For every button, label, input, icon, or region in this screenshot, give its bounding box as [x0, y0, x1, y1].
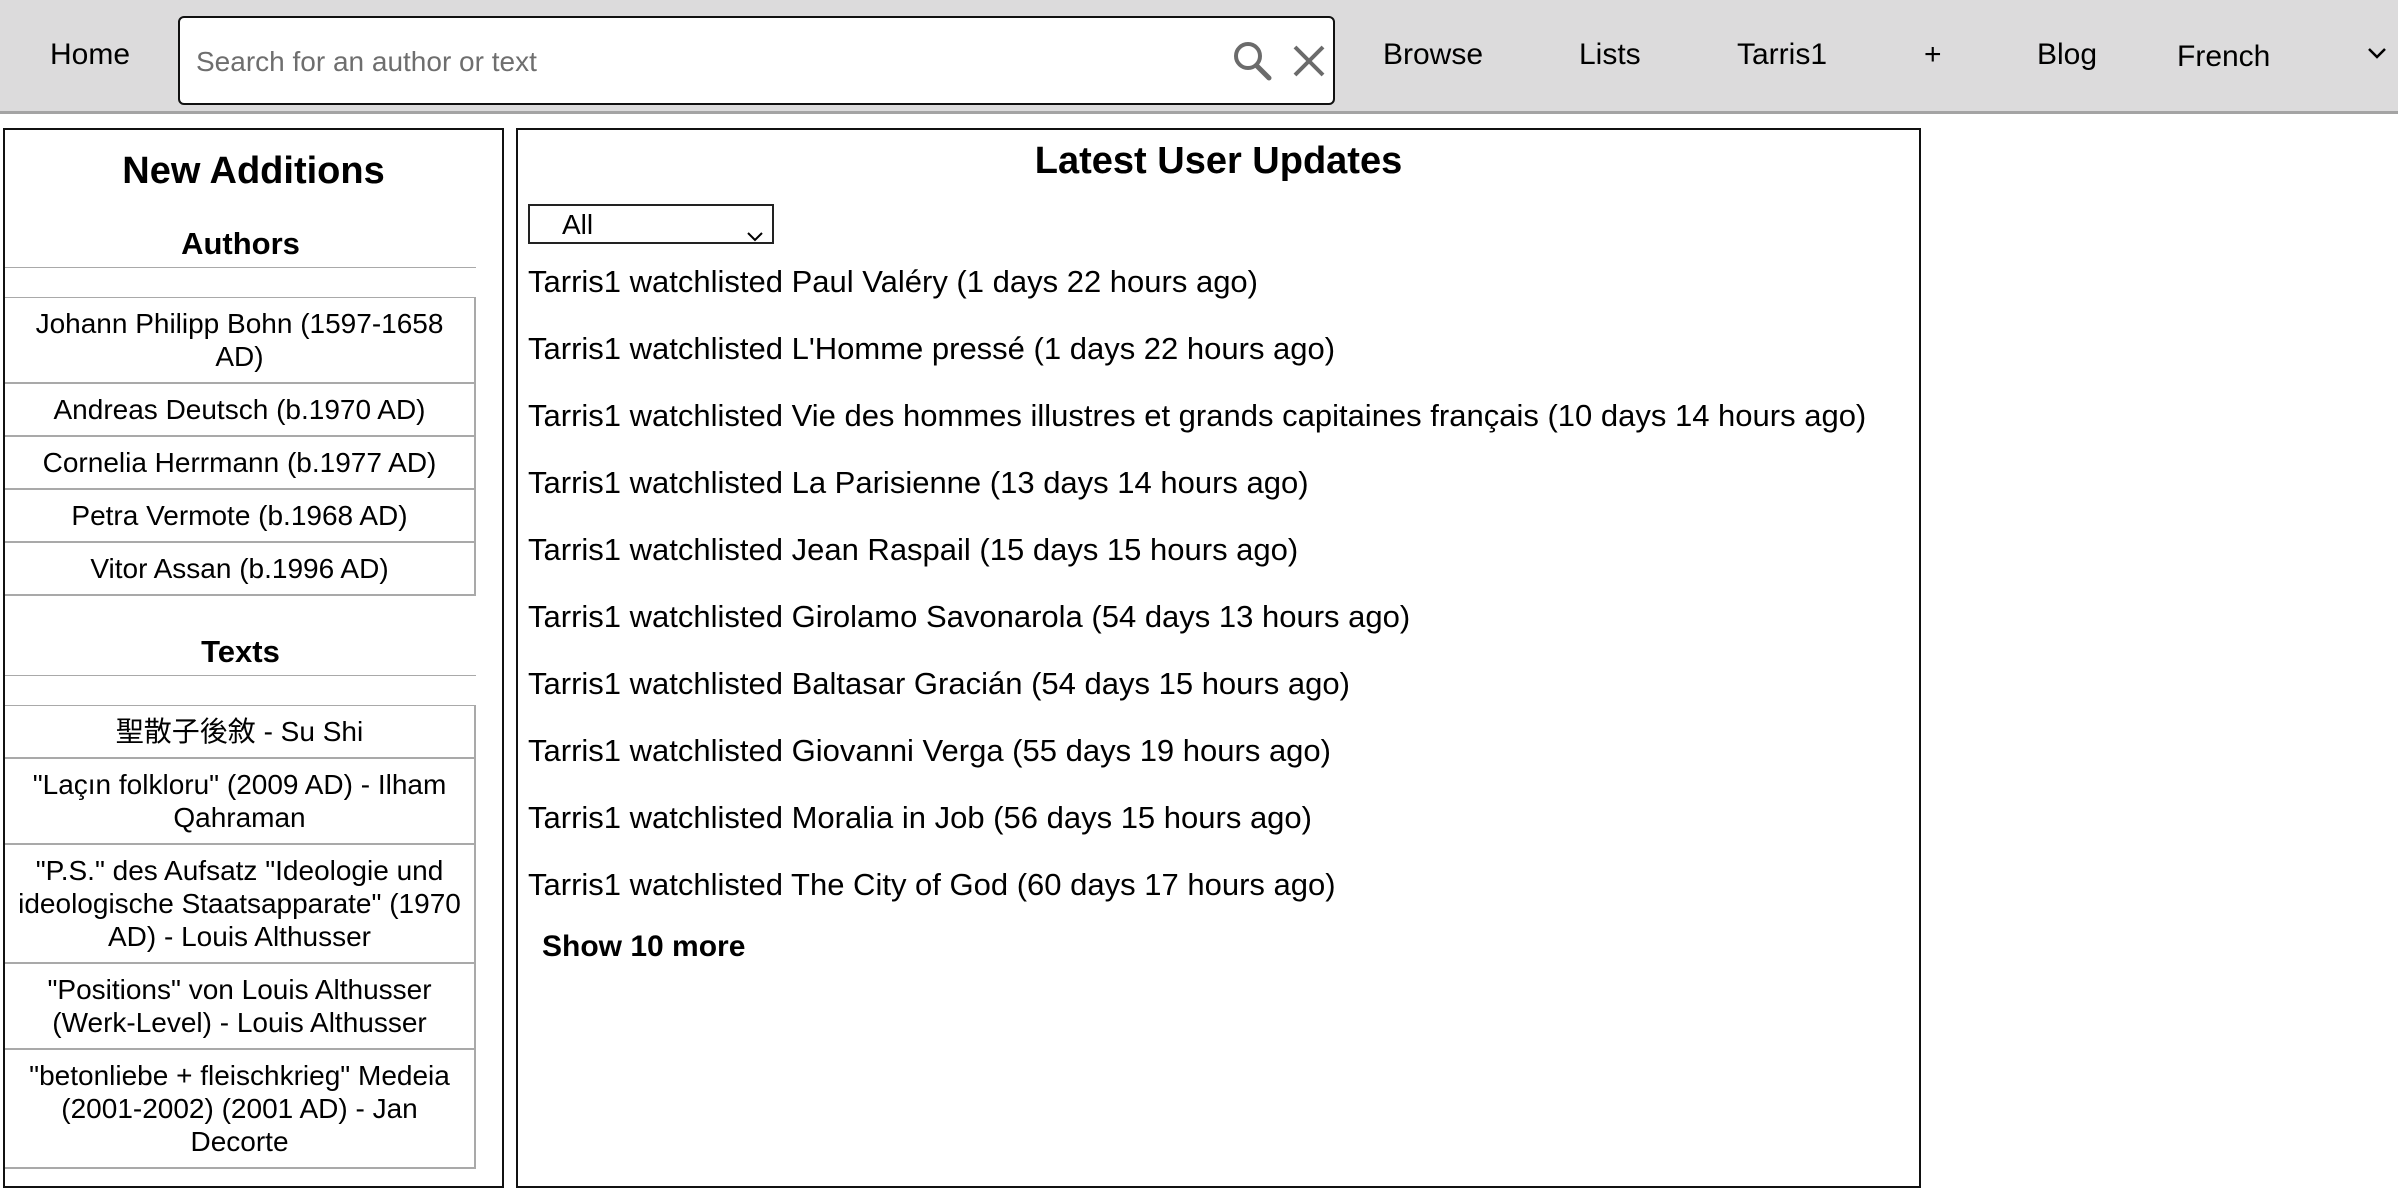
update-item[interactable]: Tarris1 watchlisted Giovanni Verga (55 d…: [528, 733, 1331, 769]
chevron-down-icon: [746, 218, 764, 250]
authors-heading: Authors: [5, 226, 476, 268]
author-item[interactable]: Petra Vermote (b.1968 AD): [5, 490, 476, 543]
text-item[interactable]: 聖散子後敘 - Su Shi: [5, 706, 476, 759]
update-item[interactable]: Tarris1 watchlisted Baltasar Gracián (54…: [528, 666, 1350, 702]
search-input[interactable]: [194, 18, 1198, 105]
update-item[interactable]: Tarris1 watchlisted The City of God (60 …: [528, 867, 1336, 903]
nav-add-button[interactable]: +: [1924, 0, 1942, 110]
text-item[interactable]: "Positions" von Louis Althusser (Werk-Le…: [5, 964, 476, 1050]
update-item[interactable]: Tarris1 watchlisted Jean Raspail (15 day…: [528, 532, 1298, 568]
top-nav: Home Browse Lists Tarris1 + Blog French: [0, 0, 2398, 114]
nav-browse-link[interactable]: Browse: [1383, 0, 1483, 110]
author-item[interactable]: Johann Philipp Bohn (1597-1658 AD): [5, 298, 476, 384]
user-updates-panel: Latest User Updates All Tarris1 watchlis…: [516, 128, 1921, 1188]
user-updates-title: Latest User Updates: [1034, 140, 1403, 182]
nav-blog-link[interactable]: Blog: [2037, 0, 2097, 110]
text-item[interactable]: "P.S." des Aufsatz "Ideologie und ideolo…: [5, 845, 476, 964]
close-icon[interactable]: [1291, 43, 1327, 84]
author-item[interactable]: Andreas Deutsch (b.1970 AD): [5, 384, 476, 437]
language-select[interactable]: French: [2160, 0, 2398, 110]
update-item[interactable]: Tarris1 watchlisted L'Homme pressé (1 da…: [528, 331, 1335, 367]
update-item[interactable]: Tarris1 watchlisted Moralia in Job (56 d…: [528, 800, 1312, 836]
updates-filter-select[interactable]: All: [528, 204, 774, 244]
authors-list: Johann Philipp Bohn (1597-1658 AD) Andre…: [5, 297, 476, 596]
update-item[interactable]: Tarris1 watchlisted Girolamo Savonarola …: [528, 599, 1410, 635]
update-item[interactable]: Tarris1 watchlisted Paul Valéry (1 days …: [528, 264, 1258, 300]
new-additions-title: New Additions: [122, 150, 385, 192]
nav-lists-link[interactable]: Lists: [1579, 0, 1641, 110]
text-item[interactable]: "Laçın folkloru" (2009 AD) - Ilham Qahra…: [5, 759, 476, 845]
search-box[interactable]: [178, 16, 1335, 105]
update-item[interactable]: Tarris1 watchlisted Vie des hommes illus…: [528, 398, 1866, 434]
texts-list: 聖散子後敘 - Su Shi "Laçın folkloru" (2009 AD…: [5, 705, 476, 1169]
author-item[interactable]: Vitor Assan (b.1996 AD): [5, 543, 476, 596]
new-additions-panel: New Additions Authors Johann Philipp Boh…: [3, 128, 504, 1188]
author-item[interactable]: Cornelia Herrmann (b.1977 AD): [5, 437, 476, 490]
text-item[interactable]: "betonliebe + fleischkrieg" Medeia (2001…: [5, 1050, 476, 1169]
nav-user-link[interactable]: Tarris1: [1737, 0, 1827, 110]
update-item[interactable]: Tarris1 watchlisted La Parisienne (13 da…: [528, 465, 1309, 501]
filter-select-value: All: [562, 209, 594, 240]
texts-heading: Texts: [5, 634, 476, 676]
search-icon[interactable]: [1232, 40, 1272, 87]
show-more-button[interactable]: Show 10 more: [542, 930, 745, 964]
chevron-down-icon: [2367, 46, 2387, 65]
language-select-value: French: [2177, 40, 2271, 73]
nav-home-link[interactable]: Home: [50, 0, 130, 110]
